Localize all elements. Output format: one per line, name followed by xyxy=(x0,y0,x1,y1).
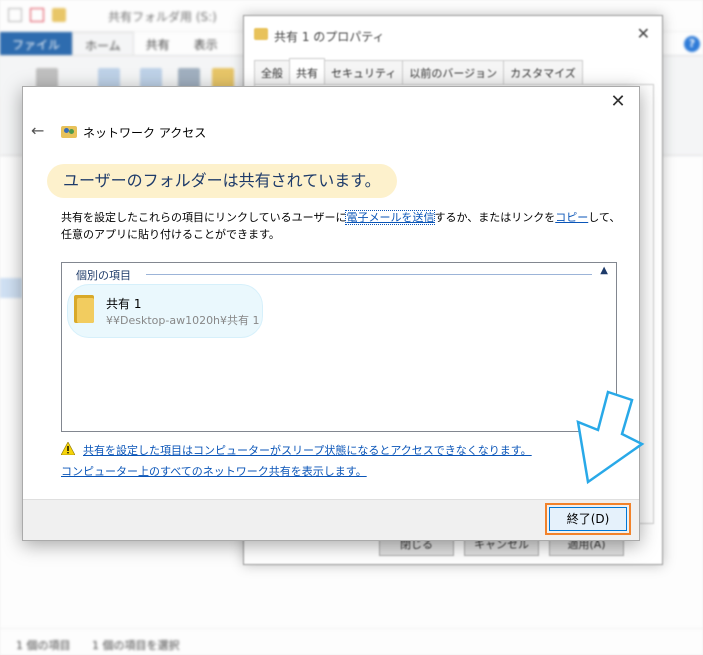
status-bar: 1 個の項目 1 個の項目を選択 xyxy=(0,628,703,655)
finish-button[interactable]: 終了(D) xyxy=(549,507,627,531)
status-item-count: 1 個の項目 xyxy=(16,639,71,652)
list-item[interactable]: 共有 1 ¥¥Desktop-aw1020h¥共有 1 xyxy=(67,284,263,338)
description-text: 共有を設定したこれらの項目にリンクしているユーザーに電子メールを送信するか、また… xyxy=(61,209,621,243)
tab-view[interactable]: 表示 xyxy=(182,32,230,55)
annotation-arrow-icon xyxy=(576,390,645,485)
tab-file[interactable]: ファイル xyxy=(0,32,73,55)
warning-icon xyxy=(61,442,75,455)
network-share-icon xyxy=(61,123,77,139)
status-selected-count: 1 個の項目を選択 xyxy=(92,639,180,652)
explorer-title: 共有フォルダ用 (S:) xyxy=(108,10,217,24)
navigation-pane xyxy=(0,160,22,620)
folder-icon xyxy=(74,295,94,323)
back-arrow-icon[interactable]: ← xyxy=(31,121,49,140)
close-icon[interactable]: ✕ xyxy=(637,24,650,43)
tab-security[interactable]: セキュリティ xyxy=(324,60,404,85)
tab-home[interactable]: ホーム xyxy=(72,32,134,55)
navigation-selected-item[interactable] xyxy=(0,278,22,298)
tab-general[interactable]: 全般 xyxy=(254,60,290,85)
network-access-dialog: ✕ ← ネットワーク アクセス ユーザーのフォルダーは共有されています。 共有を… xyxy=(22,86,640,541)
folder-icon xyxy=(52,8,66,22)
quick-access-toolbar xyxy=(8,8,66,22)
shared-items-list[interactable]: 個別の項目 ▲ 共有 1 ¥¥Desktop-aw1020h¥共有 1 xyxy=(61,262,617,432)
tab-sharing[interactable]: 共有 xyxy=(289,58,325,85)
sleep-warning-link[interactable]: 共有を設定した項目はコンピューターがスリープ状態になるとアクセスできなくなります… xyxy=(83,442,532,458)
folder-icon xyxy=(254,28,268,40)
properties-tabs: 全般 共有 セキュリティ 以前のバージョン カスタマイズ xyxy=(254,58,583,85)
item-name: 共有 1 xyxy=(106,297,142,311)
properties-icon[interactable] xyxy=(8,8,22,22)
description-part: するか、またはリンクを xyxy=(434,211,556,224)
dialog-title: ネットワーク アクセス xyxy=(83,126,207,140)
help-icon[interactable]: ? xyxy=(684,36,700,52)
description-part: 共有を設定したこれらの項目にリンクしているユーザーに xyxy=(61,211,347,224)
properties-title: 共有 1 のプロパティ xyxy=(274,30,385,44)
item-path: ¥¥Desktop-aw1020h¥共有 1 xyxy=(106,314,260,327)
group-header: 個別の項目 xyxy=(76,269,131,282)
view-network-shares-link[interactable]: コンピューター上のすべてのネットワーク共有を表示します。 xyxy=(61,463,367,479)
undo-icon[interactable] xyxy=(30,8,44,22)
group-divider xyxy=(146,274,592,275)
chevron-up-icon[interactable]: ▲ xyxy=(600,265,608,276)
dialog-footer: 終了(D) xyxy=(23,499,639,540)
send-email-link[interactable]: 電子メールを送信 xyxy=(345,210,436,225)
copy-link[interactable]: コピー xyxy=(555,211,588,224)
tab-share[interactable]: 共有 xyxy=(134,32,182,55)
close-icon[interactable]: ✕ xyxy=(609,93,627,111)
tab-previous-versions[interactable]: 以前のバージョン xyxy=(402,60,505,85)
tab-customize[interactable]: カスタマイズ xyxy=(503,60,583,85)
shared-banner: ユーザーのフォルダーは共有されています。 xyxy=(47,164,397,198)
